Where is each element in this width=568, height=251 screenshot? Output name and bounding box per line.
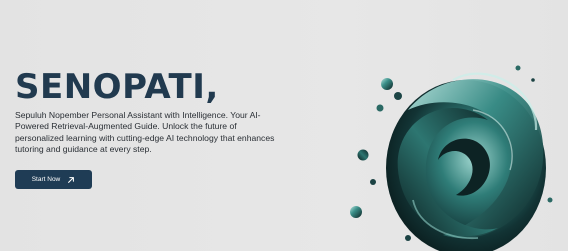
- arrow-up-right-icon: [68, 176, 75, 183]
- start-now-button[interactable]: Start Now: [15, 170, 92, 189]
- hero-title: SENOPATI,: [15, 67, 219, 107]
- start-now-label: Start Now: [31, 176, 61, 183]
- hero-section: SENOPATI, Sepuluh Nopember Personal Assi…: [15, 70, 285, 156]
- abstract-swirl-illustration: [350, 65, 553, 251]
- landing-page: SENOPATI, Sepuluh Nopember Personal Assi…: [0, 0, 568, 251]
- hero-description: Sepuluh Nopember Personal Assistant with…: [15, 110, 275, 155]
